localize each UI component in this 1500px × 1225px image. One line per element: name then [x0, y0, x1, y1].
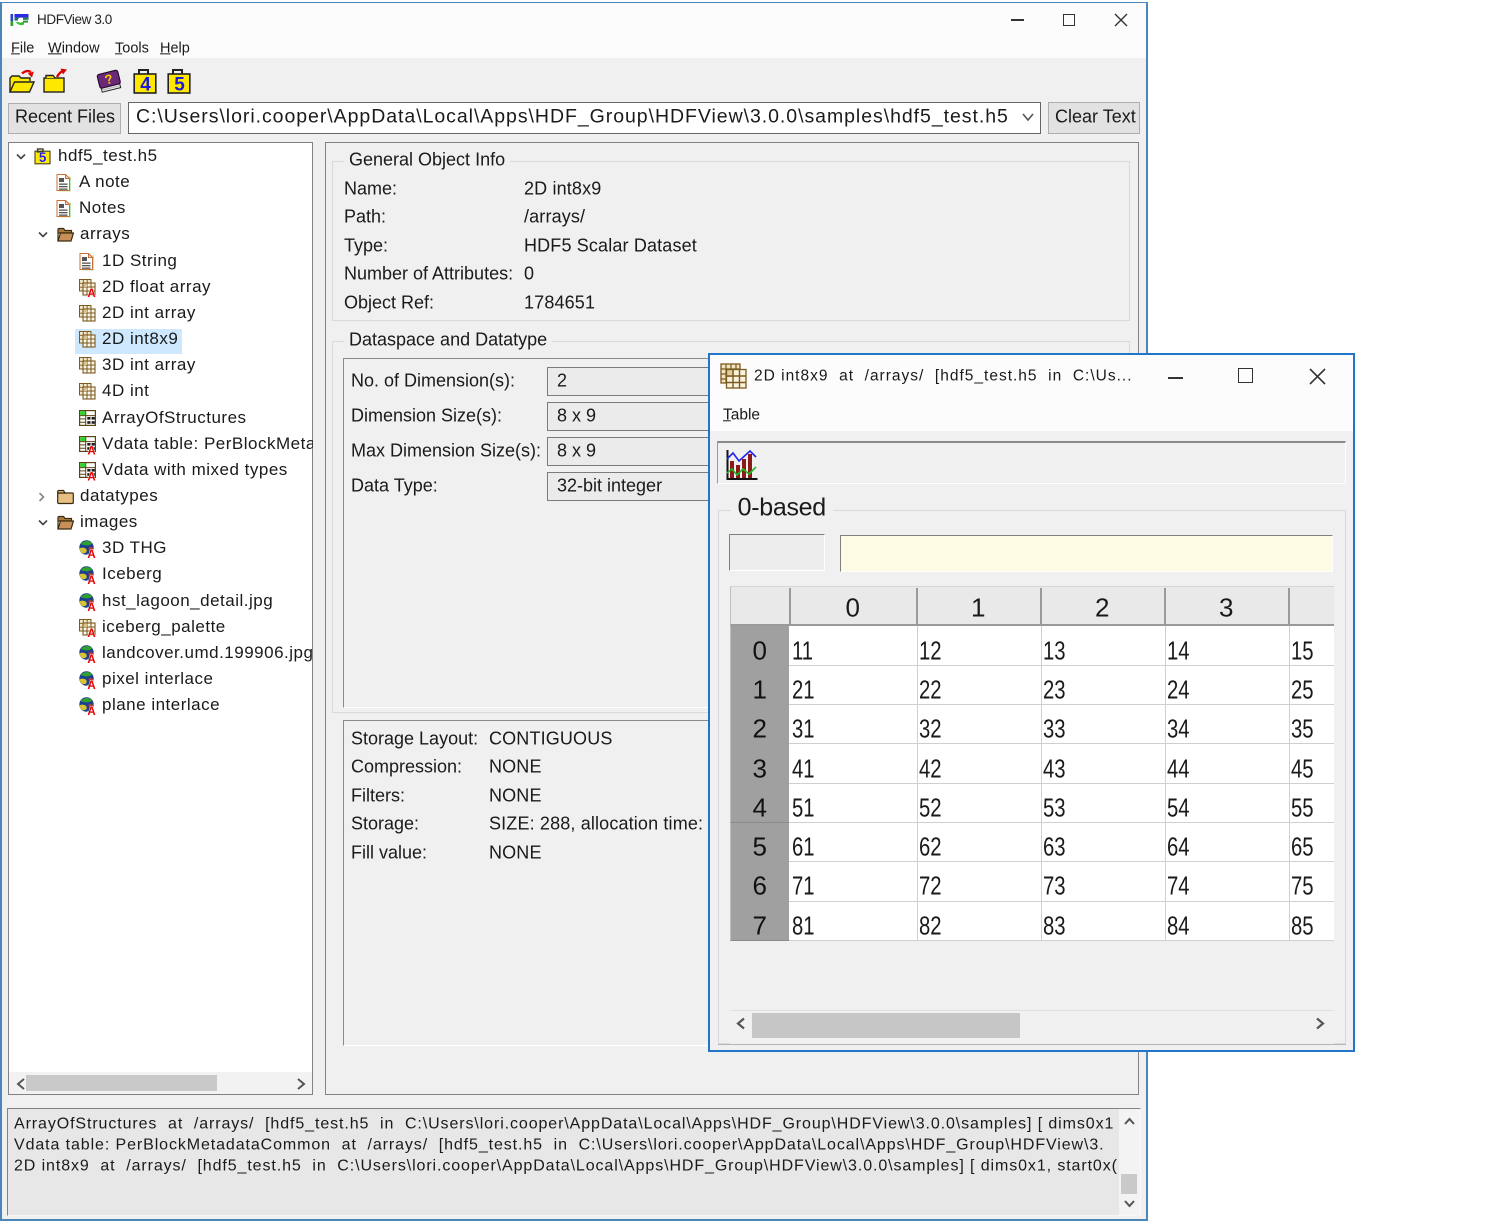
svg-text:A: A [87, 654, 95, 663]
svg-text:A: A [87, 680, 95, 689]
svg-text:A: A [87, 288, 95, 298]
svg-text:5: 5 [39, 150, 47, 165]
svg-text:A: A [87, 445, 95, 455]
svg-text:A: A [87, 549, 95, 558]
svg-text:4: 4 [140, 75, 151, 96]
svg-text:5: 5 [174, 75, 185, 96]
svg-text:A: A [87, 471, 95, 481]
svg-text:A: A [87, 628, 95, 638]
svg-text:A: A [87, 575, 95, 584]
svg-text:A: A [87, 602, 95, 611]
svg-text:A: A [87, 706, 95, 715]
